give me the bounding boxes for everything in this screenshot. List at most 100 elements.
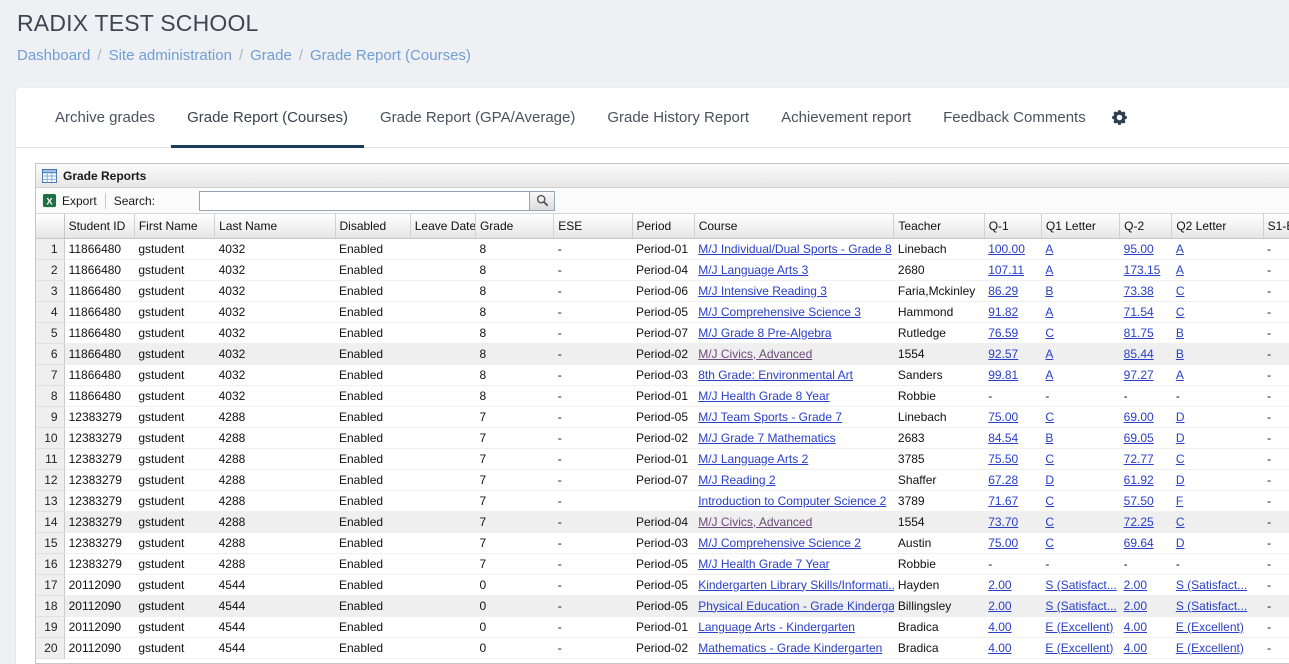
- grade-link[interactable]: A: [1176, 368, 1184, 382]
- grade-link[interactable]: C: [1045, 410, 1054, 424]
- grade-link[interactable]: 73.70: [988, 515, 1018, 529]
- course-link[interactable]: M/J Civics, Advanced: [698, 515, 812, 529]
- grade-link[interactable]: 97.27: [1124, 368, 1154, 382]
- grade-link[interactable]: 72.77: [1124, 452, 1154, 466]
- grade-link[interactable]: E (Excellent): [1045, 620, 1113, 634]
- breadcrumb-link[interactable]: Grade Report (Courses): [310, 47, 471, 64]
- table-row[interactable]: 2020112090gstudent4544Enabled0-Period-02…: [36, 637, 1289, 658]
- table-row[interactable]: 1820112090gstudent4544Enabled0-Period-05…: [36, 595, 1289, 616]
- tab-feedback-comments[interactable]: Feedback Comments: [927, 88, 1102, 147]
- grade-link[interactable]: A: [1176, 263, 1184, 277]
- column-header-teacher[interactable]: Teacher: [894, 214, 984, 238]
- course-link[interactable]: M/J Reading 2: [698, 473, 775, 487]
- grade-link[interactable]: D: [1045, 473, 1054, 487]
- grade-table-scroller[interactable]: Student IDFirst NameLast NameDisabledLea…: [36, 214, 1289, 659]
- grade-link[interactable]: 69.64: [1124, 536, 1154, 550]
- course-link[interactable]: M/J Grade 7 Mathematics: [698, 431, 835, 445]
- export-button[interactable]: X Export: [42, 193, 97, 208]
- grade-link[interactable]: C: [1176, 305, 1185, 319]
- column-header-student-id[interactable]: Student ID: [64, 214, 134, 238]
- grade-link[interactable]: 92.57: [988, 347, 1018, 361]
- tab-archive-grades[interactable]: Archive grades: [39, 88, 171, 147]
- grade-link[interactable]: B: [1045, 431, 1053, 445]
- grade-link[interactable]: B: [1045, 284, 1053, 298]
- grade-link[interactable]: 4.00: [988, 620, 1011, 634]
- grade-link[interactable]: 100.00: [988, 242, 1025, 256]
- search-button[interactable]: [529, 191, 555, 211]
- grade-link[interactable]: E (Excellent): [1045, 641, 1113, 655]
- course-link[interactable]: M/J Health Grade 8 Year: [698, 389, 829, 403]
- column-header-period[interactable]: Period: [632, 214, 694, 238]
- grade-link[interactable]: E (Excellent): [1176, 620, 1244, 634]
- column-header-ese[interactable]: ESE: [554, 214, 632, 238]
- grade-link[interactable]: 72.25: [1124, 515, 1154, 529]
- grade-link[interactable]: S (Satisfact...: [1176, 599, 1247, 613]
- grade-link[interactable]: 2.00: [988, 578, 1011, 592]
- grade-link[interactable]: C: [1045, 494, 1054, 508]
- table-row[interactable]: 811866480gstudent4032Enabled8-Period-01M…: [36, 385, 1289, 406]
- grade-link[interactable]: D: [1176, 473, 1185, 487]
- course-link[interactable]: Introduction to Computer Science 2: [698, 494, 886, 508]
- breadcrumb-link[interactable]: Site administration: [109, 47, 232, 64]
- grade-link[interactable]: 107.11: [988, 263, 1024, 277]
- grade-link[interactable]: A: [1045, 305, 1053, 319]
- grade-link[interactable]: A: [1045, 242, 1053, 256]
- breadcrumb-link[interactable]: Dashboard: [17, 47, 90, 64]
- grade-link[interactable]: D: [1176, 536, 1185, 550]
- grade-link[interactable]: 86.29: [988, 284, 1018, 298]
- tab-grade-report-gpa-average-[interactable]: Grade Report (GPA/Average): [364, 88, 591, 147]
- grade-link[interactable]: 2.00: [1124, 599, 1147, 613]
- grade-link[interactable]: 67.28: [988, 473, 1018, 487]
- grade-link[interactable]: 84.54: [988, 431, 1018, 445]
- grade-link[interactable]: 76.59: [988, 326, 1018, 340]
- column-header-last-name[interactable]: Last Name: [215, 214, 335, 238]
- tab-grade-report-courses-[interactable]: Grade Report (Courses): [171, 88, 364, 147]
- grade-link[interactable]: A: [1045, 263, 1053, 277]
- course-link[interactable]: M/J Comprehensive Science 3: [698, 305, 861, 319]
- grade-link[interactable]: D: [1176, 410, 1185, 424]
- grade-link[interactable]: 69.00: [1124, 410, 1154, 424]
- tab-grade-history-report[interactable]: Grade History Report: [591, 88, 765, 147]
- grade-link[interactable]: 71.67: [988, 494, 1018, 508]
- course-link[interactable]: Language Arts - Kindergarten: [698, 620, 855, 634]
- course-link[interactable]: M/J Individual/Dual Sports - Grade 8: [698, 242, 891, 256]
- course-link[interactable]: M/J Grade 8 Pre-Algebra: [698, 326, 831, 340]
- grade-link[interactable]: 81.75: [1124, 326, 1154, 340]
- column-header-q-1[interactable]: Q-1: [984, 214, 1041, 238]
- course-link[interactable]: M/J Language Arts 3: [698, 263, 808, 277]
- grade-link[interactable]: S (Satisfact...: [1045, 578, 1116, 592]
- grade-link[interactable]: 75.00: [988, 410, 1018, 424]
- column-header-s1-exam[interactable]: S1-Exam: [1263, 214, 1289, 238]
- course-link[interactable]: M/J Civics, Advanced: [698, 347, 812, 361]
- grade-link[interactable]: F: [1176, 494, 1183, 508]
- grade-link[interactable]: 75.50: [988, 452, 1018, 466]
- gear-icon[interactable]: [1102, 88, 1137, 147]
- table-row[interactable]: 1312383279gstudent4288Enabled7-Introduct…: [36, 490, 1289, 511]
- grade-link[interactable]: A: [1176, 242, 1184, 256]
- grade-link[interactable]: B: [1176, 326, 1184, 340]
- column-header-q-2[interactable]: Q-2: [1120, 214, 1172, 238]
- table-row[interactable]: 1112383279gstudent4288Enabled7-Period-01…: [36, 448, 1289, 469]
- grade-link[interactable]: 2.00: [988, 599, 1011, 613]
- grade-link[interactable]: 173.15: [1124, 263, 1161, 277]
- grade-link[interactable]: C: [1176, 452, 1185, 466]
- column-header-course[interactable]: Course: [694, 214, 894, 238]
- column-header-first-name[interactable]: First Name: [134, 214, 214, 238]
- grade-link[interactable]: 2.00: [1124, 578, 1147, 592]
- grade-link[interactable]: 69.05: [1124, 431, 1154, 445]
- grade-link[interactable]: S (Satisfact...: [1176, 578, 1247, 592]
- grade-link[interactable]: E (Excellent): [1176, 641, 1244, 655]
- grade-link[interactable]: 85.44: [1124, 347, 1154, 361]
- table-row[interactable]: 912383279gstudent4288Enabled7-Period-05M…: [36, 406, 1289, 427]
- table-row[interactable]: 511866480gstudent4032Enabled8-Period-07M…: [36, 322, 1289, 343]
- grade-link[interactable]: B: [1176, 347, 1184, 361]
- table-row[interactable]: 1512383279gstudent4288Enabled7-Period-03…: [36, 532, 1289, 553]
- course-link[interactable]: M/J Comprehensive Science 2: [698, 536, 861, 550]
- course-link[interactable]: Mathematics - Grade Kindergarten: [698, 641, 882, 655]
- grade-link[interactable]: C: [1045, 536, 1054, 550]
- table-row[interactable]: 1012383279gstudent4288Enabled7-Period-02…: [36, 427, 1289, 448]
- table-row[interactable]: 1720112090gstudent4544Enabled0-Period-05…: [36, 574, 1289, 595]
- table-row[interactable]: 711866480gstudent4032Enabled8-Period-038…: [36, 364, 1289, 385]
- table-row[interactable]: 1920112090gstudent4544Enabled0-Period-01…: [36, 616, 1289, 637]
- column-header-q1-letter[interactable]: Q1 Letter: [1041, 214, 1119, 238]
